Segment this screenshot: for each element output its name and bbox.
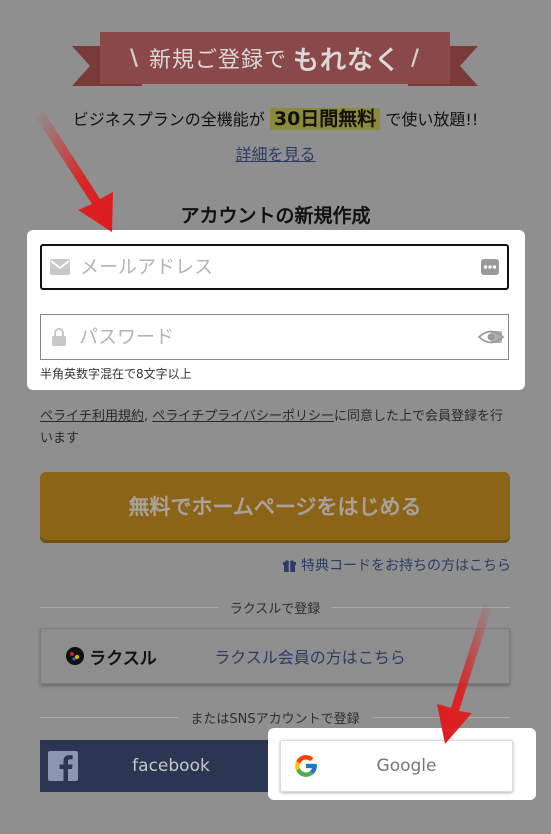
lead-highlight: 30日間無料 bbox=[269, 108, 381, 130]
eye-icon[interactable] bbox=[474, 328, 508, 346]
raksul-logo-text: ラクスル bbox=[89, 648, 157, 669]
page-title: アカウントの新規作成 bbox=[180, 205, 371, 227]
terms-link[interactable]: ペライチ利用規約 bbox=[40, 409, 144, 424]
privacy-link[interactable]: ペライチプライバシーポリシー bbox=[152, 409, 334, 424]
dots-icon[interactable] bbox=[473, 259, 507, 275]
google-label: Google bbox=[376, 756, 437, 776]
lock-icon bbox=[41, 328, 77, 346]
password-hint: 半角英数字混在で8文字以上 bbox=[40, 367, 192, 381]
raksul-logo: ラクスル bbox=[41, 644, 181, 669]
ribbon-prefix: 新規ご登録で bbox=[148, 48, 287, 73]
sns-divider: またはSNSアカウントで登録 bbox=[40, 708, 511, 727]
password-field bbox=[40, 314, 509, 360]
promo-code-label: 特典コードをお持ちの方はこちら bbox=[301, 558, 511, 574]
raksul-divider-label: ラクスルで登録 bbox=[229, 601, 321, 617]
email-input[interactable] bbox=[78, 255, 473, 279]
ribbon-slash-right: / bbox=[411, 45, 421, 71]
google-signup-button[interactable]: Google bbox=[280, 740, 513, 792]
gift-icon bbox=[283, 559, 296, 572]
lead-text: ビジネスプランの全機能が 30日間無料 で使い放題!! bbox=[0, 104, 551, 131]
campaign-ribbon: \ 新規ご登録で もれなく / bbox=[72, 28, 478, 100]
promo-code-link[interactable]: 特典コードをお持ちの方はこちら bbox=[283, 555, 511, 575]
detail-link[interactable]: 詳細を見る bbox=[0, 141, 551, 165]
raksul-divider: ラクスルで登録 bbox=[40, 598, 510, 617]
start-free-button[interactable]: 無料でホームページをはじめる bbox=[40, 472, 510, 540]
ribbon-emphasis: もれなく bbox=[293, 45, 402, 76]
ribbon-body: \ 新規ご登録で もれなく / bbox=[100, 32, 450, 84]
lead-after: で使い放題!! bbox=[385, 110, 479, 129]
facebook-icon bbox=[40, 751, 86, 781]
raksul-button-label: ラクスル会員の方はこちら bbox=[214, 648, 406, 667]
google-highlight-panel: Google bbox=[268, 728, 536, 800]
lead-before: ビジネスプランの全機能が bbox=[72, 110, 265, 129]
sns-divider-label: またはSNSアカウントで登録 bbox=[190, 711, 360, 727]
facebook-label: facebook bbox=[132, 756, 210, 776]
raksul-signup-button[interactable]: ラクスル ラクスル会員の方はこちら bbox=[40, 628, 510, 684]
password-input[interactable] bbox=[77, 325, 474, 349]
terms-text: ペライチ利用規約, ペライチプライバシーポリシーに同意した上で会員登録を行います bbox=[40, 406, 516, 450]
signup-form: 半角英数字混在で8文字以上 bbox=[27, 230, 525, 390]
ribbon-slash-left: \ bbox=[129, 45, 139, 71]
facebook-signup-button[interactable]: facebook bbox=[40, 740, 276, 792]
mail-icon bbox=[42, 259, 78, 275]
google-icon bbox=[281, 753, 331, 779]
email-field bbox=[40, 244, 509, 290]
